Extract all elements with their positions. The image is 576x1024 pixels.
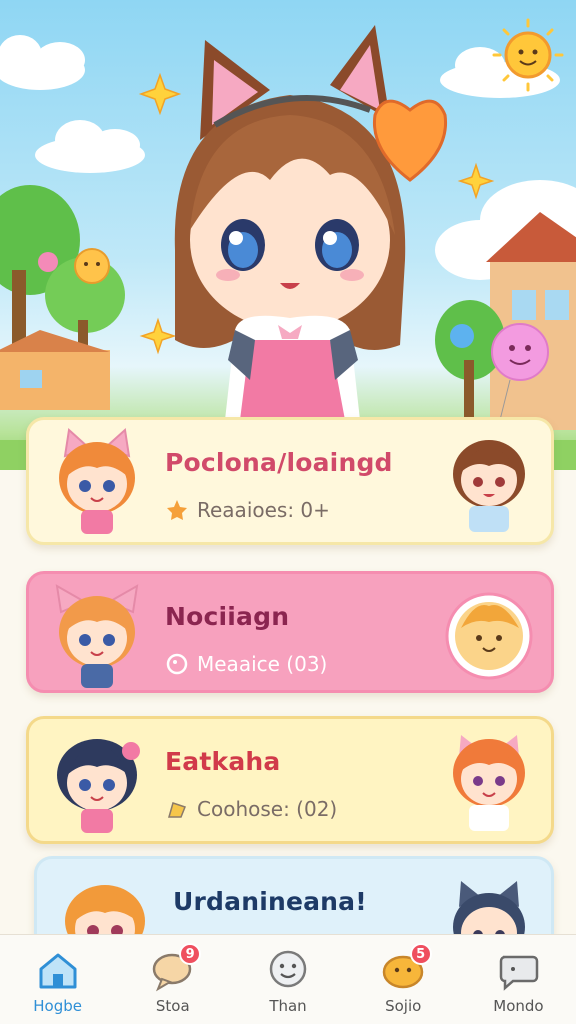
card-title: Nociiagn — [165, 602, 290, 631]
nav-item-mondo[interactable]: Mondo — [461, 935, 576, 1024]
list-card[interactable]: Poclona/loaingd Reaaioes: 0+ — [26, 417, 554, 545]
hero-banner — [0, 0, 576, 470]
card-subtitle-row: Meaaice (03) — [165, 652, 327, 676]
smiley-icon — [269, 950, 307, 988]
nav-label: Sojio — [385, 997, 422, 1015]
avatar — [57, 739, 140, 833]
nav-item-sojio[interactable]: 5 Sojio — [346, 935, 461, 1024]
circle-icon — [166, 653, 188, 675]
card-subtitle: Reaaioes: 0+ — [197, 498, 330, 522]
bottom-nav: Hogbe 9 Stoa Than 5 Sojio Mondo — [0, 934, 576, 1024]
nav-label: Than — [269, 997, 307, 1015]
mascot-girl — [174, 25, 448, 420]
card-subtitle-row: Coohose: (02) — [165, 797, 337, 821]
star-icon — [167, 500, 187, 520]
card-title: Poclona/loaingd — [165, 448, 393, 477]
avatar — [55, 584, 139, 688]
avatar — [453, 735, 525, 831]
notification-badge: 5 — [409, 943, 432, 965]
avatar — [445, 592, 533, 680]
nav-item-than[interactable]: Than — [230, 935, 345, 1024]
list-card[interactable]: Eatkaha Coohose: (02) — [26, 716, 554, 844]
home-icon — [39, 953, 77, 989]
notification-badge: 9 — [179, 943, 202, 965]
hero-illustration — [0, 18, 576, 470]
nav-label: Mondo — [493, 997, 544, 1015]
message-icon — [500, 955, 539, 991]
card-title: Urdanineana! — [173, 887, 367, 916]
nav-item-home[interactable]: Hogbe — [0, 935, 115, 1024]
nav-label: Stoa — [155, 997, 190, 1015]
nav-item-stoa[interactable]: 9 Stoa — [115, 935, 230, 1024]
list-card[interactable]: Nociiagn Meaaice (03) — [26, 571, 554, 693]
card-subtitle: Coohose: (02) — [197, 797, 338, 821]
card-title: Eatkaha — [165, 747, 281, 776]
nav-label: Hogbe — [33, 997, 82, 1015]
avatar — [453, 440, 525, 532]
card-subtitle: Meaaice (03) — [197, 652, 328, 676]
card-subtitle-row: Reaaioes: 0+ — [165, 498, 330, 522]
balloon-face-icon — [74, 248, 110, 284]
flag-icon — [168, 802, 186, 818]
avatar — [59, 428, 135, 534]
